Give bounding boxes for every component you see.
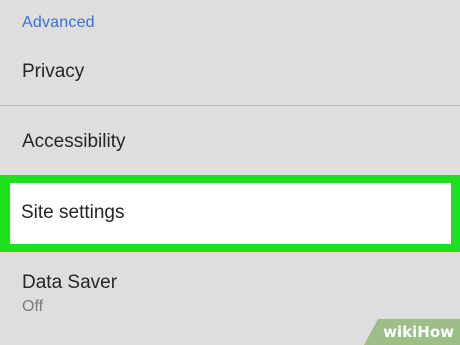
settings-item-label: Data Saver [22,272,118,293]
settings-item-site-settings[interactable]: Site settings [10,183,451,244]
highlight-box: Site settings [0,175,460,252]
settings-screen: Advanced Privacy Accessibility Site sett… [0,0,460,345]
settings-item-label: Privacy [22,61,85,82]
settings-item-sublabel: Off [22,298,44,315]
divider [0,105,460,106]
wikihow-watermark: wikiHow [364,319,460,345]
section-header-advanced: Advanced [22,14,95,31]
settings-item-label: Accessibility [22,131,126,152]
settings-item-label: Site settings [21,202,125,223]
watermark-text: wikiHow [383,323,454,341]
